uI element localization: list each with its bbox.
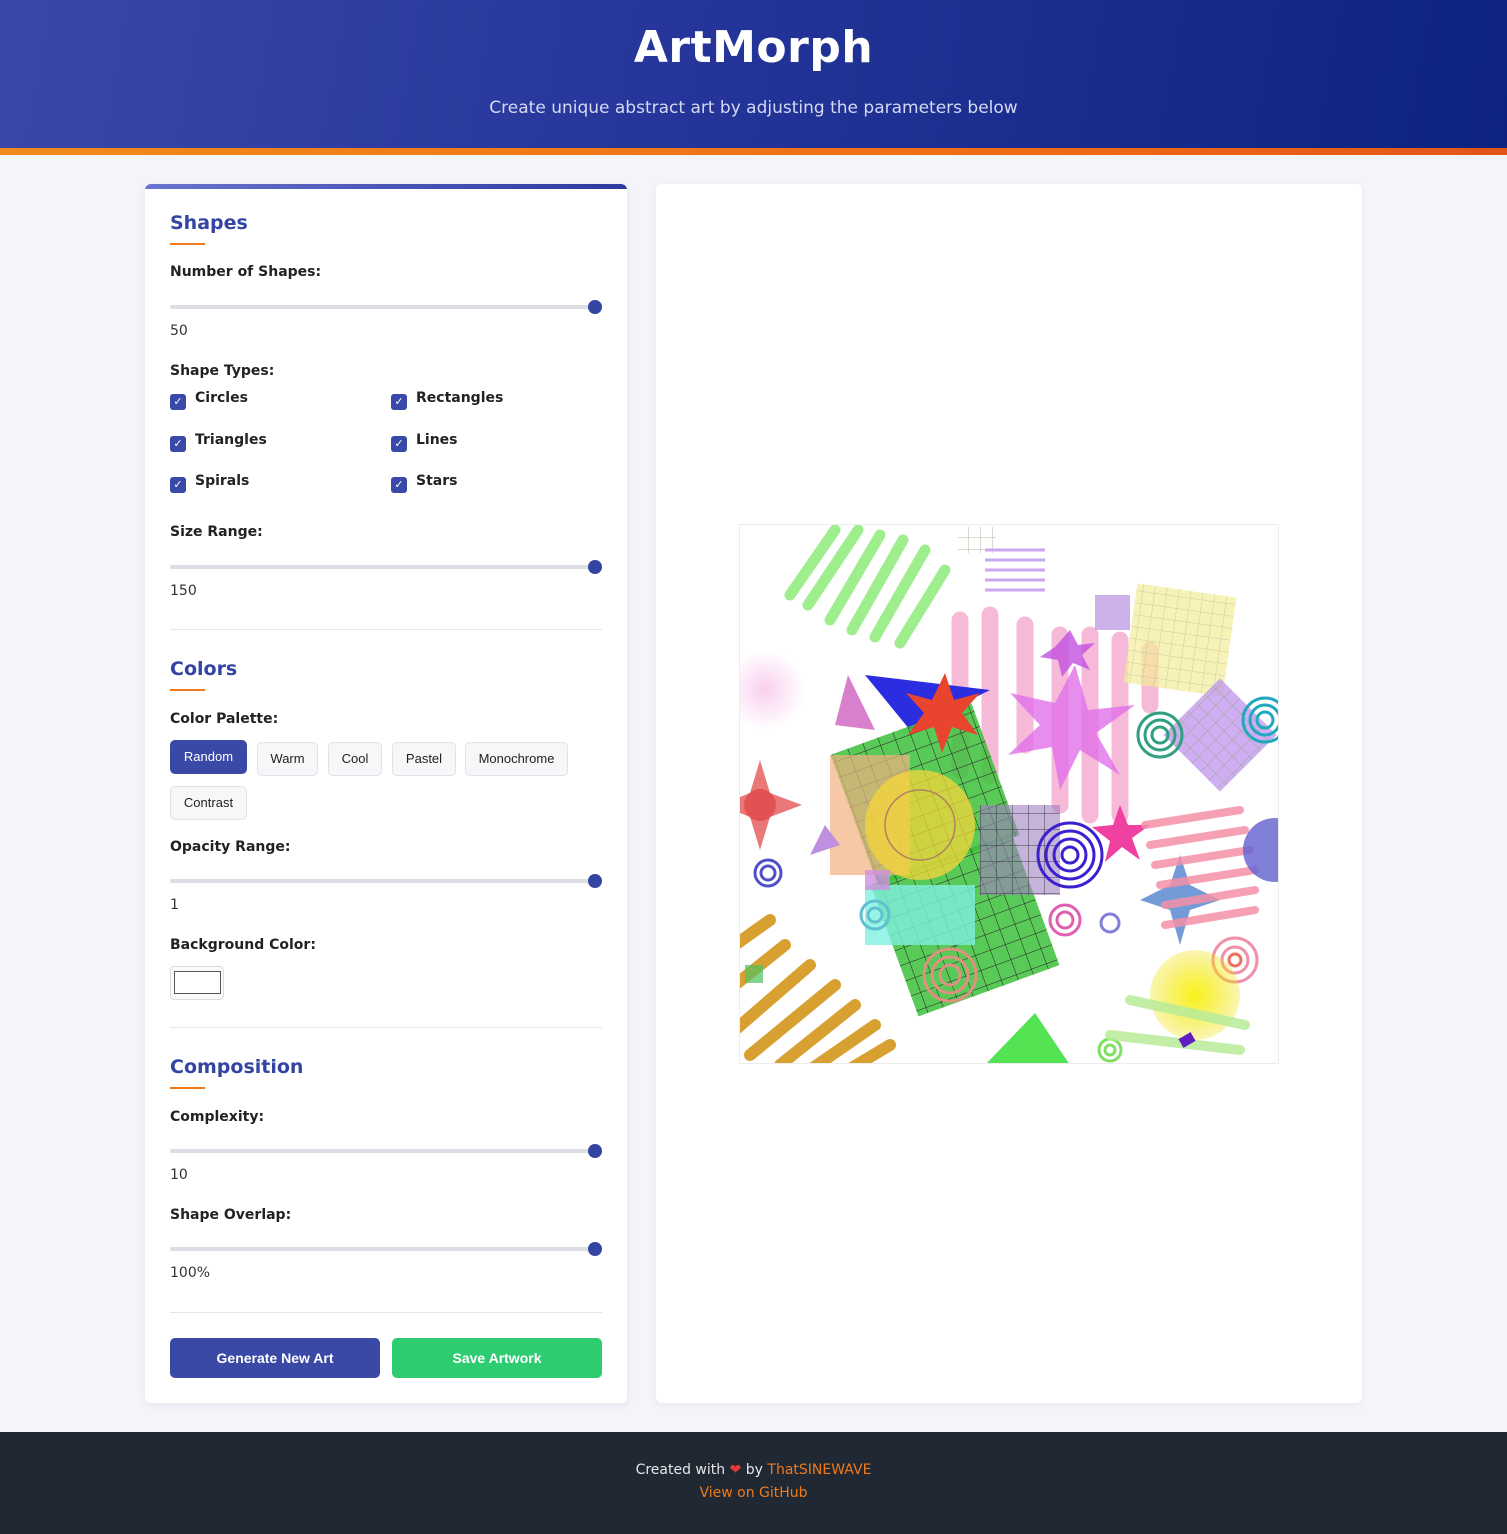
canvas-card [656, 184, 1362, 1403]
controls-panel: Shapes Number of Shapes: 50 Shape Types:… [145, 184, 627, 1403]
section-divider [170, 1027, 602, 1028]
composition-title-underline [170, 1087, 205, 1089]
slider-track [170, 1149, 602, 1153]
size-range-value: 150 [170, 583, 197, 599]
checkbox-label: Spirals [195, 473, 250, 489]
palette-button-contrast[interactable]: Contrast [170, 786, 247, 820]
checkbox-check-icon[interactable]: ✓ [391, 477, 407, 493]
colors-section-title: Colors [170, 658, 238, 680]
checkbox-label: Lines [416, 432, 458, 448]
checkbox-label: Triangles [195, 432, 267, 448]
footer-credit: Created with ❤ by ThatSINEWAVE [0, 1462, 1507, 1478]
slider-track [170, 1247, 602, 1251]
checkbox-lines[interactable]: ✓ Lines [391, 432, 458, 452]
size-range-label: Size Range: [170, 524, 263, 540]
github-link[interactable]: View on GitHub [699, 1485, 807, 1501]
slider-thumb[interactable] [588, 560, 602, 574]
slider-thumb[interactable] [588, 1144, 602, 1158]
background-color-swatch [174, 971, 221, 994]
slider-thumb[interactable] [588, 874, 602, 888]
palette-button-warm[interactable]: Warm [257, 742, 318, 776]
complexity-value: 10 [170, 1167, 188, 1183]
section-divider [170, 1312, 602, 1313]
opacity-range-label: Opacity Range: [170, 839, 291, 855]
checkbox-stars[interactable]: ✓ Stars [391, 473, 457, 493]
footer-by: by [745, 1462, 763, 1478]
art-canvas[interactable] [739, 524, 1279, 1064]
shape-overlap-label: Shape Overlap: [170, 1207, 292, 1223]
save-artwork-button[interactable]: Save Artwork [392, 1338, 602, 1378]
author-link[interactable]: ThatSINEWAVE [767, 1462, 871, 1478]
palette-button-monochrome[interactable]: Monochrome [465, 742, 568, 776]
panel-accent-bar [145, 184, 627, 189]
opacity-range-value: 1 [170, 897, 179, 913]
checkbox-check-icon[interactable]: ✓ [170, 436, 186, 452]
slider-thumb[interactable] [588, 300, 602, 314]
checkbox-check-icon[interactable]: ✓ [391, 394, 407, 410]
shape-overlap-value: 100% [170, 1265, 211, 1281]
slider-track [170, 565, 602, 569]
composition-section-title: Composition [170, 1056, 304, 1078]
checkbox-label: Stars [416, 473, 458, 489]
app-title: ArtMorph [633, 22, 874, 73]
checkbox-label: Circles [195, 390, 248, 406]
checkbox-label: Rectangles [416, 390, 504, 406]
app-subtitle: Create unique abstract art by adjusting … [489, 98, 1018, 118]
num-shapes-label: Number of Shapes: [170, 264, 322, 280]
palette-button-random[interactable]: Random [170, 740, 247, 774]
checkbox-circles[interactable]: ✓ Circles [170, 390, 248, 410]
heart-icon: ❤ [729, 1462, 742, 1478]
footer-created-with: Created with [635, 1462, 726, 1478]
checkbox-check-icon[interactable]: ✓ [391, 436, 407, 452]
opacity-range-slider[interactable] [170, 873, 602, 891]
artwork-image [740, 525, 1278, 1063]
slider-thumb[interactable] [588, 1242, 602, 1256]
complexity-slider[interactable] [170, 1143, 602, 1161]
checkbox-rectangles[interactable]: ✓ Rectangles [391, 390, 503, 410]
complexity-label: Complexity: [170, 1109, 265, 1125]
page-footer: Created with ❤ by ThatSINEWAVE View on G… [0, 1432, 1507, 1534]
palette-button-pastel[interactable]: Pastel [392, 742, 456, 776]
color-palette-label: Color Palette: [170, 711, 279, 727]
shapes-section-title: Shapes [170, 212, 248, 234]
checkbox-spirals[interactable]: ✓ Spirals [170, 473, 249, 493]
checkbox-triangles[interactable]: ✓ Triangles [170, 432, 267, 452]
shape-overlap-slider[interactable] [170, 1241, 602, 1259]
shapes-title-underline [170, 243, 205, 245]
header-accent-bar [0, 148, 1507, 155]
palette-button-cool[interactable]: Cool [328, 742, 382, 776]
background-color-label: Background Color: [170, 937, 316, 953]
slider-track [170, 305, 602, 309]
generate-new-art-button[interactable]: Generate New Art [170, 1338, 380, 1378]
checkbox-check-icon[interactable]: ✓ [170, 477, 186, 493]
colors-title-underline [170, 689, 205, 691]
size-range-slider[interactable] [170, 559, 602, 577]
section-divider [170, 629, 602, 630]
num-shapes-value: 50 [170, 323, 188, 339]
num-shapes-slider[interactable] [170, 299, 602, 317]
app-header: ArtMorph Create unique abstract art by a… [0, 0, 1507, 148]
shape-types-label: Shape Types: [170, 363, 275, 379]
background-color-picker[interactable] [170, 966, 224, 1000]
checkbox-check-icon[interactable]: ✓ [170, 394, 186, 410]
slider-track [170, 879, 602, 883]
